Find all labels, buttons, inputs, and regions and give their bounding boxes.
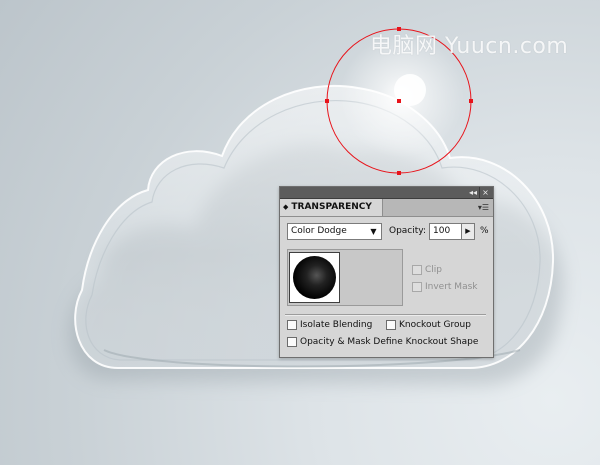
invert-mask-option: Invert Mask [412, 281, 478, 294]
opacity-mask-knockout-checkbox[interactable] [287, 336, 297, 347]
center-point [397, 99, 401, 103]
opacity-input[interactable]: 100 [429, 223, 462, 240]
percent-unit: % [480, 226, 489, 236]
opacity-label: Opacity: [389, 226, 426, 236]
invert-mask-checkbox[interactable] [412, 281, 422, 292]
collapse-icon[interactable]: ◂◂ [467, 187, 479, 198]
dropdown-arrow-icon[interactable]: ▼ [367, 225, 380, 238]
opacity-mask-knockout-option: Opacity & Mask Define Knockout Shape [287, 336, 478, 349]
knockout-group-option: Knockout Group [386, 319, 471, 332]
clip-checkbox[interactable] [412, 264, 422, 275]
watermark: 电脑网 Yuucn.com [370, 34, 569, 59]
panel-tab-row: ◆ TRANSPARENCY ▾☰ [280, 199, 493, 217]
clip-option: Clip [412, 264, 442, 277]
anchor-point-left[interactable] [325, 99, 329, 103]
knockout-group-checkbox[interactable] [386, 319, 396, 330]
opacity-mask-knockout-label: Opacity & Mask Define Knockout Shape [300, 337, 479, 347]
tab-expand-icon[interactable]: ◆ [283, 203, 288, 211]
opacity-slider-arrow-icon[interactable]: ▶ [462, 223, 475, 240]
knockout-group-label: Knockout Group [399, 320, 471, 330]
blend-mode-select[interactable]: Color Dodge ▼ [287, 223, 382, 240]
blend-opacity-row: Color Dodge ▼ Opacity: 100 ▶ % [287, 223, 489, 241]
panel-divider [285, 314, 486, 316]
invert-mask-label: Invert Mask [425, 282, 478, 292]
anchor-point-bottom[interactable] [397, 171, 401, 175]
thumbnail-preview [293, 256, 336, 299]
panel-menu-icon[interactable]: ▾☰ [478, 201, 489, 214]
thumbnail-area[interactable] [287, 249, 403, 306]
isolate-blending-checkbox[interactable] [287, 319, 297, 330]
panel-topbar[interactable]: ◂◂ × [280, 187, 493, 199]
isolate-blending-label: Isolate Blending [300, 320, 373, 330]
transparency-panel: ◂◂ × ◆ TRANSPARENCY ▾☰ Color Dodge ▼ Opac… [279, 186, 494, 358]
tab-label: TRANSPARENCY [291, 202, 372, 212]
tab-transparency[interactable]: ◆ TRANSPARENCY [280, 199, 383, 216]
clip-label: Clip [425, 265, 442, 275]
artwork-thumbnail[interactable] [289, 252, 340, 303]
isolate-blending-option: Isolate Blending [287, 319, 372, 332]
close-icon[interactable]: × [479, 187, 491, 198]
anchor-point-right[interactable] [469, 99, 473, 103]
blend-mode-value: Color Dodge [291, 226, 347, 236]
